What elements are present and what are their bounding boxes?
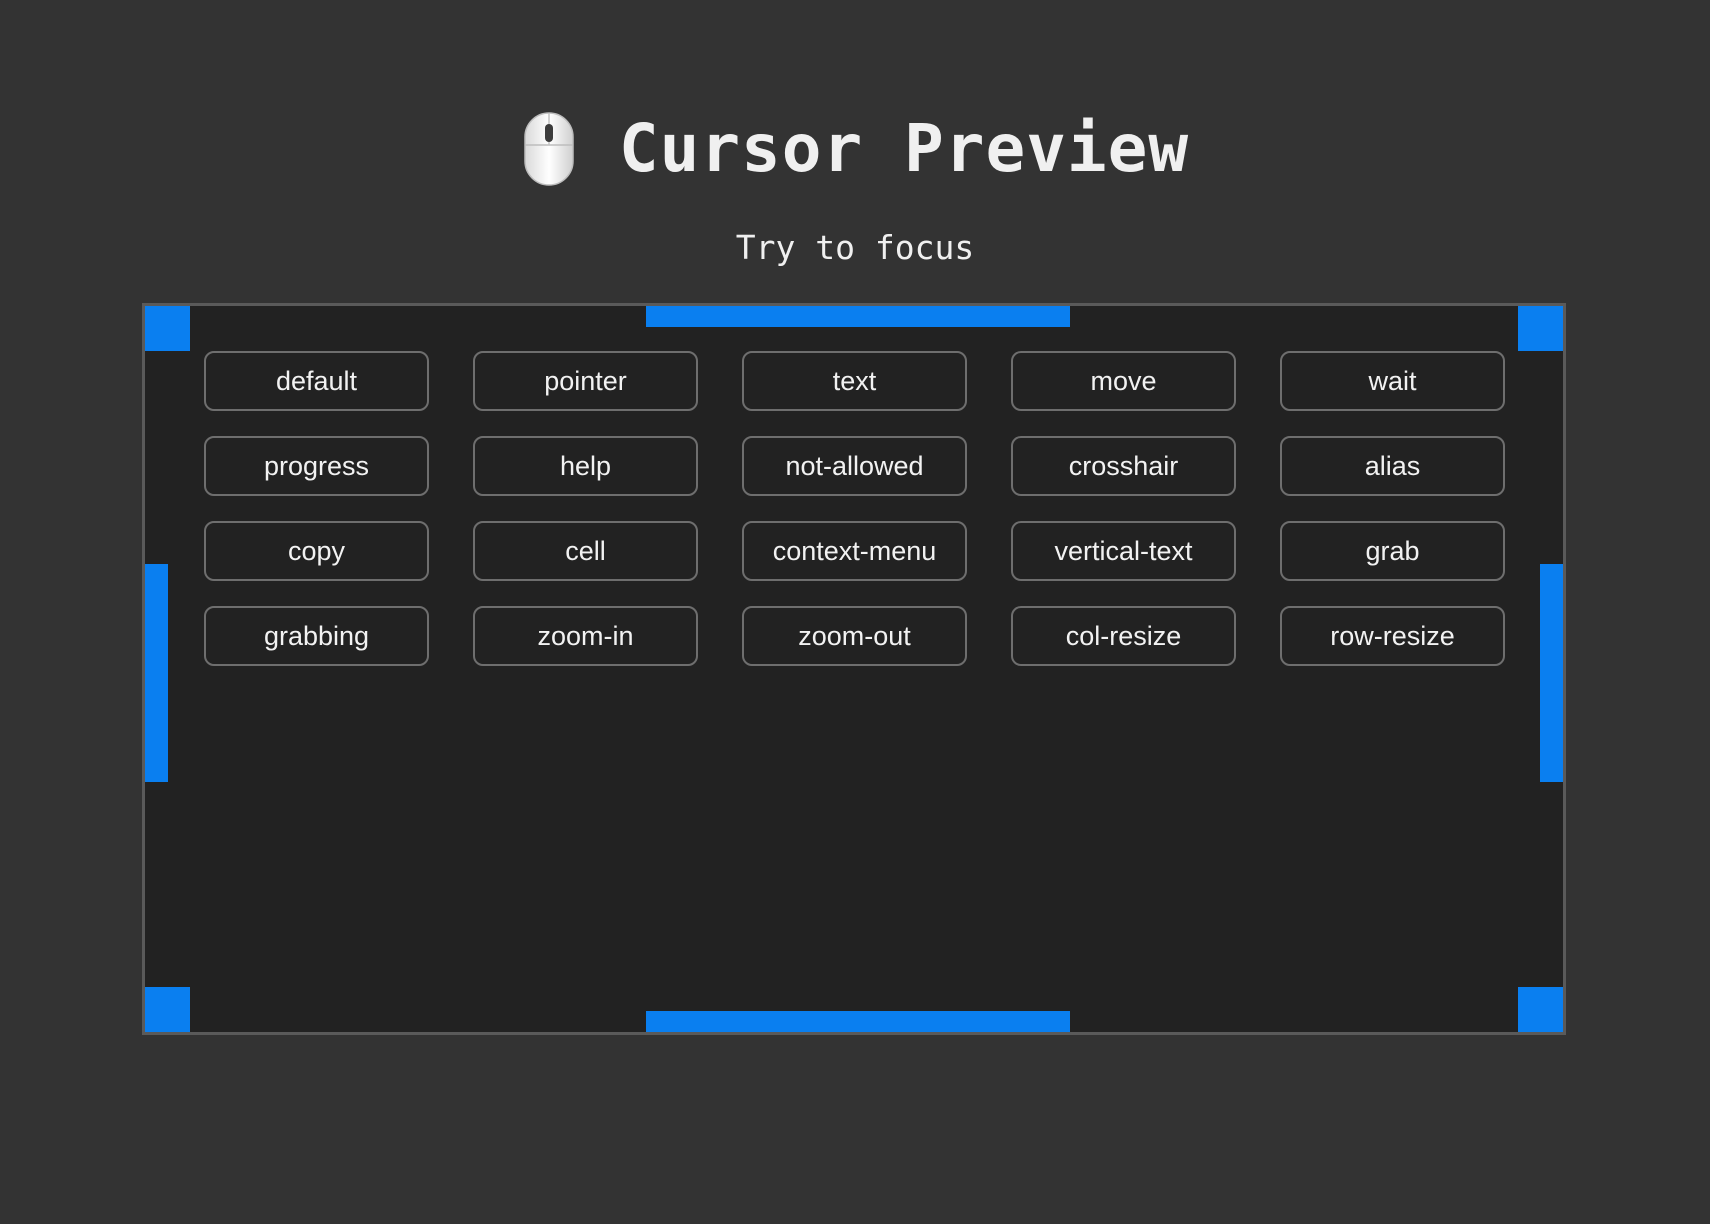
focus-marker-left [145,564,168,782]
focus-marker-top [646,306,1070,327]
cursor-button-copy[interactable]: copy [204,521,429,581]
cursor-button-col-resize[interactable]: col-resize [1011,606,1236,666]
cursor-panel[interactable]: default pointer text move wait progress … [142,303,1566,1035]
cursor-button-zoom-out[interactable]: zoom-out [742,606,967,666]
cursor-button-crosshair[interactable]: crosshair [1011,436,1236,496]
cursor-button-help[interactable]: help [473,436,698,496]
cursor-button-grid: default pointer text move wait progress … [204,351,1505,666]
cursor-button-alias[interactable]: alias [1280,436,1505,496]
page: Cursor Preview Try to focus default poin… [0,0,1710,1224]
cursor-button-wait[interactable]: wait [1280,351,1505,411]
cursor-button-row-resize[interactable]: row-resize [1280,606,1505,666]
focus-marker-bottom-right [1518,987,1563,1032]
focus-marker-right [1540,564,1563,782]
cursor-button-grab[interactable]: grab [1280,521,1505,581]
focus-marker-bottom-left [145,987,190,1032]
cursor-button-text[interactable]: text [742,351,967,411]
focus-marker-top-left [145,306,190,351]
cursor-button-zoom-in[interactable]: zoom-in [473,606,698,666]
page-title: Cursor Preview [618,110,1190,187]
cursor-button-pointer[interactable]: pointer [473,351,698,411]
page-subtitle: Try to focus [735,228,975,267]
cursor-button-default[interactable]: default [204,351,429,411]
cursor-button-not-allowed[interactable]: not-allowed [742,436,967,496]
cursor-button-progress[interactable]: progress [204,436,429,496]
mouse-icon [524,112,574,186]
cursor-button-move[interactable]: move [1011,351,1236,411]
focus-marker-top-right [1518,306,1563,351]
header: Cursor Preview [0,104,1710,194]
cursor-button-cell[interactable]: cell [473,521,698,581]
focus-marker-bottom [646,1011,1070,1032]
cursor-button-grabbing[interactable]: grabbing [204,606,429,666]
cursor-button-context-menu[interactable]: context-menu [742,521,967,581]
cursor-button-vertical-text[interactable]: vertical-text [1011,521,1236,581]
